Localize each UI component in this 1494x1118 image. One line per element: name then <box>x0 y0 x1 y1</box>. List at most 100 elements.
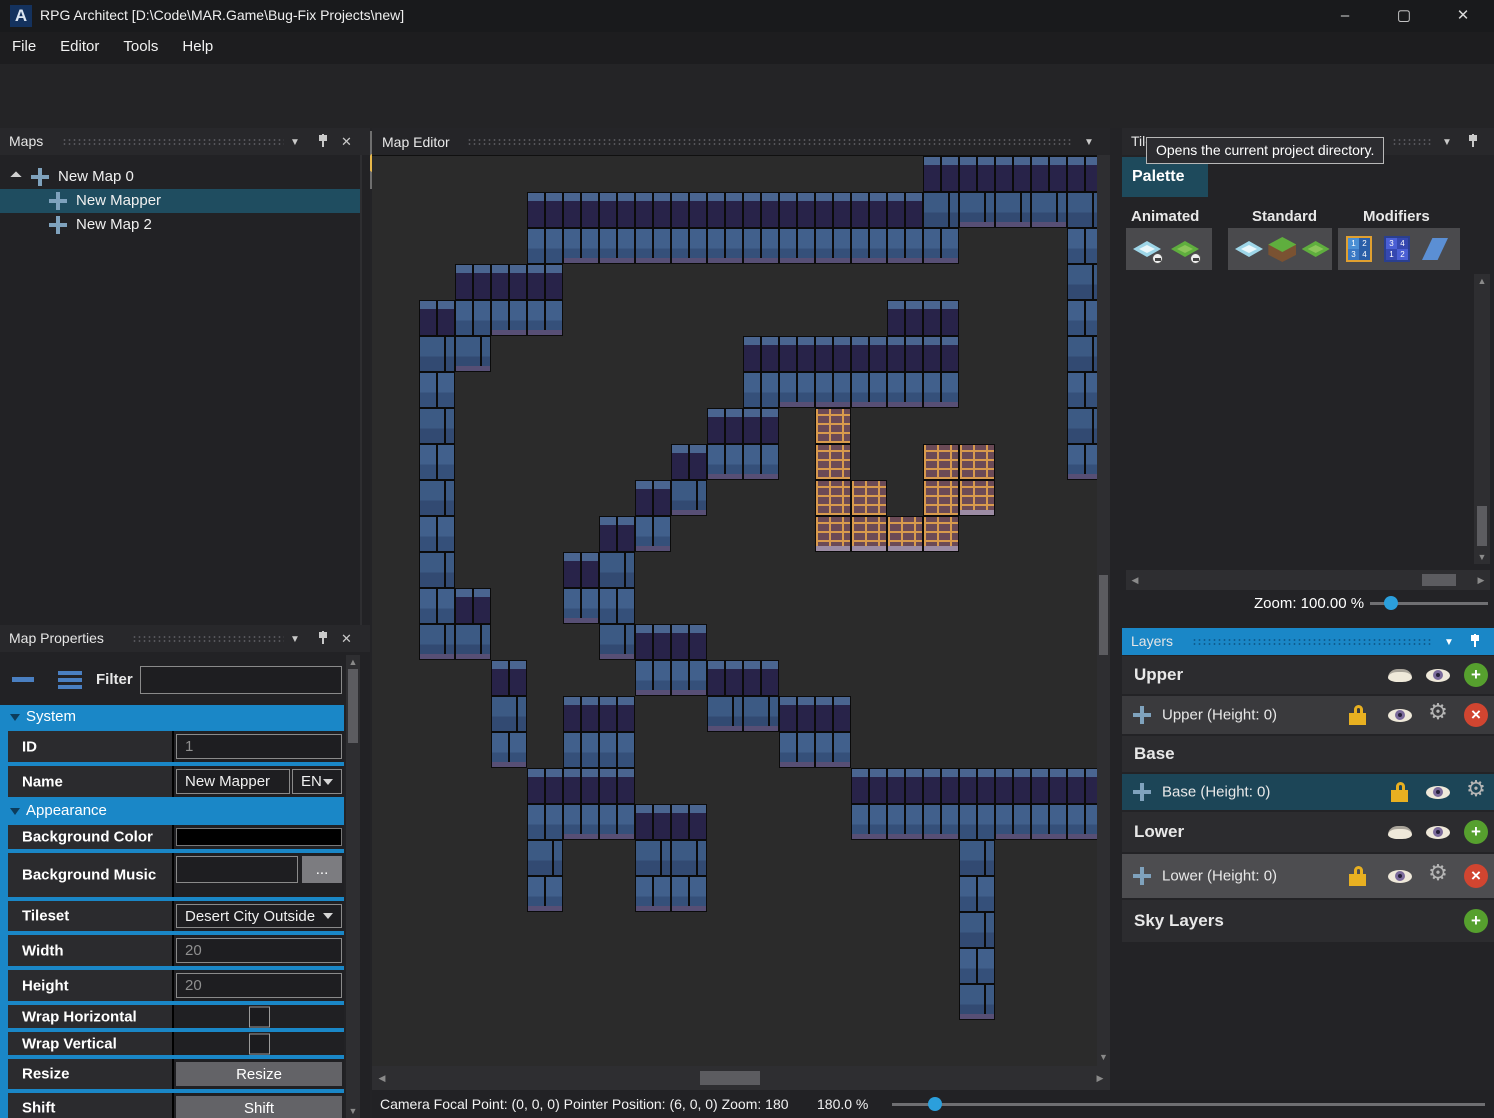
layer-lower-height-0[interactable]: Lower (Height: 0)×⚙ <box>1122 854 1494 898</box>
eye-closed-icon[interactable] <box>1386 818 1414 846</box>
palette-horizontal-scrollbar[interactable]: ◀ ▶ <box>1126 570 1490 590</box>
scroll-right-icon[interactable]: ▶ <box>1475 575 1487 586</box>
name-field[interactable]: New Mapper <box>176 769 290 794</box>
browse-button[interactable]: ... <box>302 856 342 883</box>
id-field[interactable]: 1 <box>176 734 342 759</box>
wrap-vertical-checkbox[interactable] <box>249 1033 270 1054</box>
menu-tools[interactable]: Tools <box>111 32 170 61</box>
tree-item-new-mapper[interactable]: New Mapper <box>0 189 362 213</box>
menu-file[interactable]: File <box>0 32 48 61</box>
delete-icon[interactable]: × <box>1462 862 1490 890</box>
map-tile <box>707 660 743 696</box>
map-horizontal-scrollbar[interactable]: ◀ ▶ <box>372 1066 1110 1090</box>
section-system[interactable]: System <box>0 705 344 729</box>
eye-open-icon[interactable] <box>1386 701 1414 729</box>
pin-icon[interactable] <box>318 134 328 148</box>
layer-upper-height-0[interactable]: Upper (Height: 0)×⚙ <box>1122 696 1494 734</box>
map-zoom-slider-thumb[interactable] <box>928 1097 942 1111</box>
chevron-down-icon[interactable]: ▼ <box>290 137 300 148</box>
minimize-button[interactable]: – <box>1322 0 1368 32</box>
tree-item-new-map-2[interactable]: New Map 2 <box>0 213 362 237</box>
scroll-down-icon[interactable]: ▼ <box>346 1106 360 1116</box>
palette-tile-water-diamond-animated[interactable] <box>1130 232 1164 266</box>
close-icon[interactable]: ✕ <box>341 631 352 647</box>
pin-icon[interactable] <box>1468 134 1478 148</box>
palette-tile-grass-diamond[interactable] <box>1299 232 1328 266</box>
eye-open-icon[interactable] <box>1424 661 1452 689</box>
pin-icon[interactable] <box>318 631 328 645</box>
map-vertical-scrollbar[interactable]: ▼ <box>1097 155 1110 1066</box>
chevron-down-icon[interactable]: ▼ <box>1442 137 1452 148</box>
lock-icon[interactable] <box>1386 778 1414 806</box>
scroll-up-icon[interactable]: ▲ <box>1474 276 1490 286</box>
palette-tile-water-diamond[interactable] <box>1232 232 1261 266</box>
map-canvas[interactable] <box>372 155 1097 1066</box>
chevron-down-icon[interactable]: ▼ <box>290 634 300 645</box>
delete-icon[interactable]: × <box>1462 701 1490 729</box>
add-icon[interactable]: + <box>1462 818 1490 846</box>
scroll-left-icon[interactable]: ◀ <box>1129 575 1141 586</box>
background-music-field[interactable] <box>176 856 298 883</box>
palette-zoom-slider-thumb[interactable] <box>1384 596 1398 610</box>
menu-help[interactable]: Help <box>170 32 225 61</box>
eye-closed-icon[interactable] <box>1386 661 1414 689</box>
add-icon[interactable]: + <box>1462 661 1490 689</box>
close-button[interactable]: ✕ <box>1440 0 1486 32</box>
scroll-down-icon[interactable]: ▼ <box>1097 1052 1110 1062</box>
scrollbar-thumb[interactable] <box>1099 575 1108 655</box>
maps-scrollbar[interactable] <box>360 155 362 625</box>
menu-editor[interactable]: Editor <box>48 32 111 61</box>
resize-button[interactable]: Resize <box>176 1062 342 1086</box>
lock-icon[interactable] <box>1344 862 1372 890</box>
map-tile <box>887 516 923 552</box>
lock-icon[interactable] <box>1344 701 1372 729</box>
close-icon[interactable]: ✕ <box>341 134 352 150</box>
scroll-down-icon[interactable]: ▼ <box>1474 552 1490 562</box>
scroll-right-icon[interactable]: ▶ <box>1094 1073 1106 1084</box>
group-lower[interactable]: Lower+ <box>1122 812 1494 852</box>
eye-open-icon[interactable] <box>1424 778 1452 806</box>
gear-icon[interactable]: ⚙ <box>1462 778 1490 806</box>
background-color-swatch[interactable] <box>176 828 342 846</box>
palette-tile-grass-cube[interactable] <box>1265 232 1294 266</box>
language-dropdown[interactable]: EN <box>292 769 342 794</box>
scrollbar-thumb[interactable] <box>1422 574 1456 586</box>
tileset-dropdown[interactable]: Desert City Outside <box>176 904 342 928</box>
pin-icon[interactable] <box>1470 634 1480 648</box>
palette-tile-numbers-grid[interactable]: 1234 <box>1342 232 1376 266</box>
filter-input[interactable] <box>140 666 342 694</box>
map-tile <box>707 696 743 732</box>
scrollbar-thumb[interactable] <box>348 669 358 743</box>
collapse-all-icon[interactable] <box>12 677 34 682</box>
width-field[interactable]: 20 <box>176 938 342 963</box>
tree-item-new-map-0[interactable]: New Map 0 <box>0 165 362 189</box>
palette-tile-numbers-blocks[interactable]: 3412 <box>1380 232 1414 266</box>
height-field[interactable]: 20 <box>176 973 342 998</box>
eye-open-icon[interactable] <box>1386 862 1414 890</box>
palette-vertical-scrollbar[interactable]: ▲ ▼ <box>1474 274 1490 564</box>
group-sky-layers[interactable]: Sky Layers+ <box>1122 900 1494 942</box>
map-zoom-slider[interactable] <box>892 1103 1485 1106</box>
wrap-horizontal-checkbox[interactable] <box>249 1006 270 1027</box>
palette-tile-ramp[interactable] <box>1418 232 1452 266</box>
eye-open-icon[interactable] <box>1424 818 1452 846</box>
scroll-left-icon[interactable]: ◀ <box>376 1073 388 1084</box>
scrollbar-thumb[interactable] <box>1477 506 1487 546</box>
section-appearance[interactable]: Appearance <box>0 799 344 823</box>
map-tile <box>779 372 815 408</box>
palette-tile-grass-diamond-animated[interactable] <box>1168 232 1202 266</box>
scrollbar-thumb[interactable] <box>700 1071 760 1085</box>
group-upper[interactable]: Upper+ <box>1122 656 1494 694</box>
add-icon[interactable]: + <box>1462 907 1490 935</box>
expander-icon[interactable] <box>10 171 21 182</box>
group-base[interactable]: Base <box>1122 736 1494 772</box>
properties-scrollbar[interactable]: ▲ ▼ <box>346 655 360 1118</box>
gear-icon[interactable]: ⚙ <box>1424 862 1452 890</box>
layer-base-height-0[interactable]: Base (Height: 0)⚙ <box>1122 774 1494 810</box>
maximize-button[interactable]: ▢ <box>1381 0 1427 32</box>
gear-icon[interactable]: ⚙ <box>1424 701 1452 729</box>
shift-button[interactable]: Shift <box>176 1096 342 1118</box>
chevron-down-icon[interactable]: ▼ <box>1444 637 1454 648</box>
scroll-up-icon[interactable]: ▲ <box>346 657 360 667</box>
chevron-down-icon[interactable]: ▼ <box>1084 137 1094 148</box>
